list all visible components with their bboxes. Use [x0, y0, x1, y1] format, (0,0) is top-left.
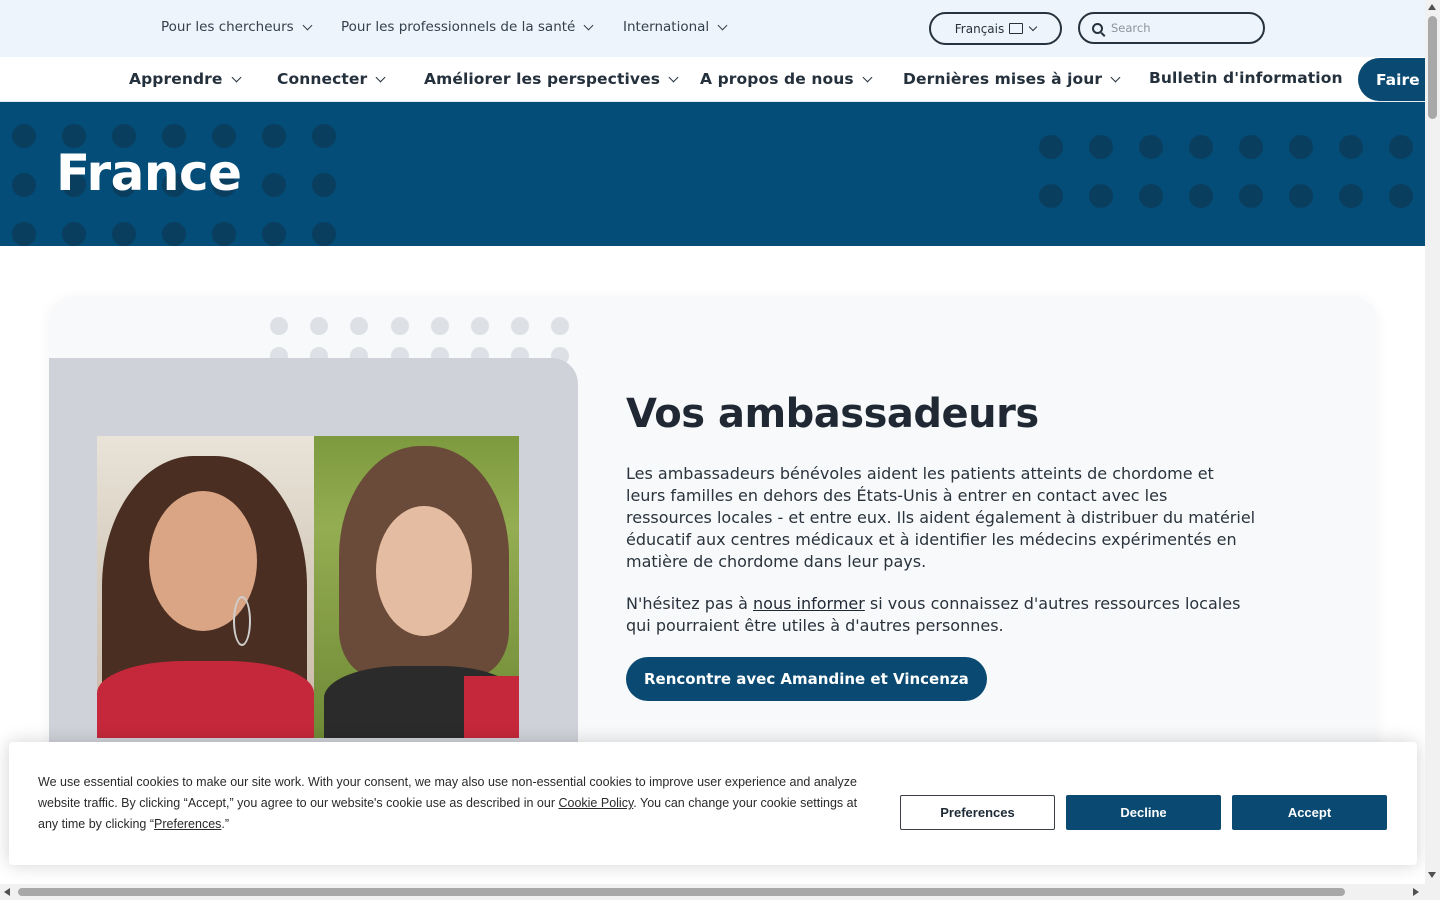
ambassador-photo-left: [97, 436, 314, 738]
chevron-down-icon: [1110, 72, 1121, 82]
scroll-up-icon[interactable]: [1428, 4, 1436, 10]
preferences-button[interactable]: Preferences: [900, 795, 1055, 830]
nav-item-connecter[interactable]: Connecter: [277, 70, 386, 88]
main-navigation: Apprendre Connecter Améliorer les perspe…: [0, 57, 1425, 102]
chevron-down-icon: [668, 72, 679, 82]
nav-item-bulletin[interactable]: Bulletin d'information: [1149, 69, 1343, 87]
chevron-down-icon: [231, 72, 241, 82]
contact-link[interactable]: nous informer: [753, 594, 865, 613]
horizontal-scroll-thumb[interactable]: [18, 888, 1345, 896]
vertical-scrollbar[interactable]: [1425, 0, 1440, 884]
vertical-scroll-thumb[interactable]: [1428, 16, 1437, 119]
nav-item-label: Bulletin d'information: [1149, 69, 1343, 87]
chevron-down-icon: [302, 20, 313, 30]
search-input[interactable]: [1111, 21, 1251, 35]
intro-paragraph: Les ambassadeurs bénévoles aident les pa…: [626, 464, 1256, 571]
donate-button[interactable]: Faire u: [1358, 58, 1425, 101]
meet-ambassadors-button[interactable]: Rencontre avec Amandine et Vincenza: [626, 657, 987, 701]
nav-item-apprendre[interactable]: Apprendre: [129, 70, 241, 88]
scroll-right-icon[interactable]: [1413, 888, 1419, 896]
utility-link-health-professionals[interactable]: Pour les professionnels de la santé: [341, 19, 594, 35]
chevron-down-icon: [1028, 22, 1038, 31]
language-selector[interactable]: Français: [929, 12, 1062, 45]
horizontal-scrollbar[interactable]: [0, 884, 1440, 900]
section-heading: Vos ambassadeurs: [626, 391, 1039, 437]
scroll-left-icon[interactable]: [4, 888, 10, 896]
cookie-text: .”: [221, 817, 230, 831]
nav-item-a-propos[interactable]: A propos de nous: [700, 70, 873, 88]
nav-item-mises-a-jour[interactable]: Dernières mises à jour: [903, 70, 1121, 88]
flag-icon: [1009, 23, 1024, 34]
chevron-down-icon: [375, 72, 386, 82]
chevron-down-icon: [583, 20, 594, 30]
utility-bar: Pour les chercheurs Pour les professionn…: [0, 0, 1425, 57]
search-icon: [1092, 22, 1103, 34]
preferences-link[interactable]: Preferences: [154, 817, 221, 831]
page-title: France: [56, 144, 242, 202]
search-box[interactable]: [1078, 12, 1265, 44]
utility-link-researchers[interactable]: Pour les chercheurs: [161, 19, 313, 35]
nav-item-label: Apprendre: [129, 70, 223, 88]
accept-button[interactable]: Accept: [1232, 795, 1387, 830]
chevron-down-icon: [717, 20, 728, 30]
contact-paragraph: N'hésitez pas à nous informer si vous co…: [626, 593, 1256, 637]
nav-item-label: Dernières mises à jour: [903, 70, 1103, 88]
cookie-banner: We use essential cookies to make our sit…: [9, 742, 1417, 865]
utility-link-international[interactable]: International: [623, 19, 728, 35]
paragraph-text: N'hésitez pas à: [626, 594, 754, 613]
decline-button[interactable]: Decline: [1066, 795, 1221, 830]
utility-link-label: International: [623, 19, 710, 35]
nav-item-label: Améliorer les perspectives: [424, 70, 661, 88]
cookie-message: We use essential cookies to make our sit…: [38, 772, 868, 835]
utility-link-label: Pour les professionnels de la santé: [341, 19, 576, 35]
nav-item-ameliorer[interactable]: Améliorer les perspectives: [424, 70, 679, 88]
nav-item-label: Connecter: [277, 70, 368, 88]
utility-link-label: Pour les chercheurs: [161, 19, 294, 35]
decorative-dots: [1039, 135, 1413, 208]
hero-banner: France: [0, 102, 1425, 246]
nav-item-label: A propos de nous: [700, 70, 854, 88]
scroll-down-icon[interactable]: [1428, 872, 1436, 878]
chevron-down-icon: [862, 72, 873, 82]
ambassador-photo-right: [314, 436, 519, 738]
language-label: Français: [954, 21, 1005, 36]
cookie-policy-link[interactable]: Cookie Policy: [558, 796, 633, 810]
